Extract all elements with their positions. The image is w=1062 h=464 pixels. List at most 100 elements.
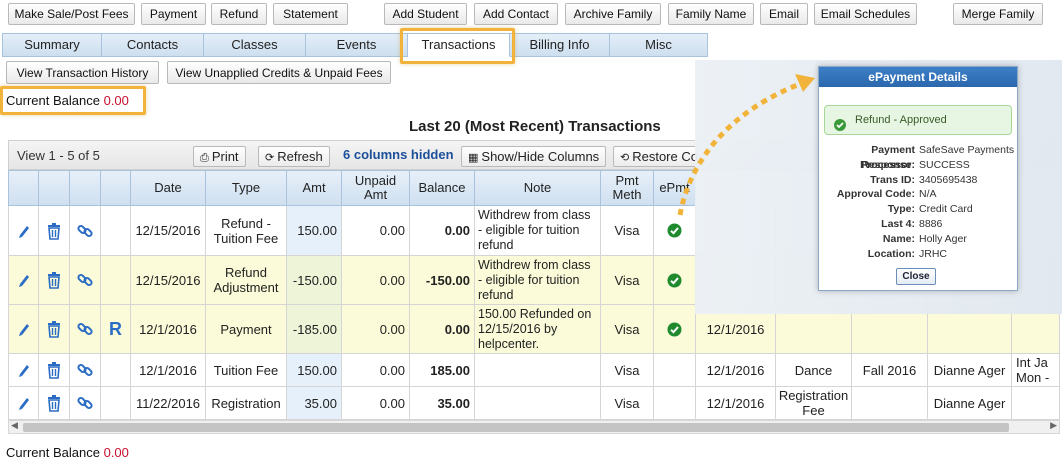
show-hide-label: Show/Hide Columns	[481, 149, 600, 164]
payment-detail-row: Last 4: 8886	[819, 217, 1019, 232]
tab-misc[interactable]: Misc	[610, 33, 708, 57]
trash-icon[interactable]	[43, 394, 65, 412]
link-icon[interactable]	[74, 320, 96, 338]
header-type[interactable]: Type	[206, 170, 287, 206]
edit-pencil-icon[interactable]	[13, 395, 34, 411]
make-sale-button[interactable]: Make Sale/Post Fees	[8, 3, 135, 25]
note-cell	[475, 387, 601, 420]
date-cell: 12/15/2016	[131, 256, 206, 305]
edit-pencil-icon[interactable]	[13, 223, 34, 239]
detail-key: Response:	[861, 158, 915, 171]
detail-value: JRHC	[919, 247, 947, 260]
refund-button[interactable]: Refund	[211, 3, 267, 25]
refund-flag-cell	[101, 354, 131, 387]
header-note[interactable]: Note	[475, 170, 601, 206]
header-amt[interactable]: Amt	[287, 170, 342, 206]
header-unpaid-amt[interactable]: Unpaid Amt	[342, 170, 410, 206]
edit-pencil-icon[interactable]	[13, 272, 34, 288]
unpaid-cell: 0.00	[342, 354, 410, 387]
date-cell: 12/15/2016	[131, 206, 206, 256]
tab-summary[interactable]: Summary	[2, 33, 102, 57]
link-icon[interactable]	[74, 361, 96, 379]
email-schedules-button[interactable]: Email Schedules	[814, 3, 917, 25]
amt-cell: 35.00	[287, 387, 342, 420]
current-balance-bottom: Current Balance 0.00	[6, 445, 129, 460]
header-balance[interactable]: Balance	[410, 170, 475, 206]
tab-billing-info[interactable]: Billing Info	[510, 33, 610, 57]
payment-button[interactable]: Payment	[141, 3, 206, 25]
refresh-icon: ⟳	[265, 152, 275, 164]
hidden-columns-link[interactable]: 6 columns hidden	[343, 147, 454, 162]
edit-cell	[8, 387, 39, 420]
scrollbar-thumb[interactable]	[23, 423, 1009, 432]
unpaid-cell: 0.00	[342, 256, 410, 305]
note-cell: 150.00 Refunded on 12/15/2016 by helpcen…	[475, 305, 601, 354]
delete-cell	[39, 256, 70, 305]
statement-button[interactable]: Statement	[273, 3, 348, 25]
columns-icon: ▦	[468, 152, 479, 164]
header-edit	[8, 170, 39, 206]
trash-icon[interactable]	[43, 320, 65, 338]
current-balance-label: Current Balance	[6, 93, 100, 108]
type-cell: Refund - Tuition Fee	[206, 206, 287, 256]
date-cell: 11/22/2016	[131, 387, 206, 420]
link-icon[interactable]	[74, 271, 96, 289]
header-date[interactable]: Date	[131, 170, 206, 206]
trash-icon[interactable]	[43, 222, 65, 240]
view-transaction-history-button[interactable]: View Transaction History	[6, 61, 159, 84]
add-contact-button[interactable]: Add Contact	[474, 3, 558, 25]
balance-cell: 185.00	[410, 354, 475, 387]
edit-pencil-icon[interactable]	[13, 362, 34, 378]
payment-detail-row: Name: Holly Ager	[819, 232, 1019, 247]
trash-icon[interactable]	[43, 271, 65, 289]
unpaid-cell: 0.00	[342, 387, 410, 420]
scroll-right-icon[interactable]: ▶	[1050, 420, 1057, 431]
balance-cell: -150.00	[410, 256, 475, 305]
transactions-tab-highlight	[400, 28, 515, 64]
link-icon[interactable]	[74, 222, 96, 240]
show-hide-columns-button[interactable]: ▦ Show/Hide Columns	[461, 146, 607, 167]
payment-detail-row: Approval Code: N/A	[819, 187, 1019, 202]
amt-cell: -185.00	[287, 305, 342, 354]
family-name-button[interactable]: Family Name	[668, 3, 754, 25]
student-cell: Dianne Ager	[928, 354, 1012, 387]
epayment-check-icon[interactable]	[658, 223, 691, 238]
view-count: View 1 - 5 of 5	[17, 148, 100, 163]
student-cell: Dianne Ager	[928, 387, 1012, 420]
epmt-cell	[654, 387, 696, 420]
tab-classes[interactable]: Classes	[204, 33, 306, 57]
delete-cell	[39, 387, 70, 420]
unpaid-cell: 0.00	[342, 206, 410, 256]
horizontal-scrollbar[interactable]: ◀ ▶	[8, 420, 1060, 434]
tab-events[interactable]: Events	[306, 33, 408, 57]
header-pmt-meth[interactable]: Pmt Meth	[601, 170, 654, 206]
refund-flag-cell	[101, 206, 131, 256]
payment-detail-row: Trans ID: 3405695438	[819, 173, 1019, 188]
link-icon[interactable]	[74, 394, 96, 412]
add-student-button[interactable]: Add Student	[384, 3, 467, 25]
print-button[interactable]: ⎙ Print	[193, 146, 246, 167]
table-row: 11/22/2016 Registration 35.00 0.00 35.00 Visa…	[8, 387, 1060, 420]
link-cell	[70, 354, 101, 387]
close-button[interactable]: Close	[896, 268, 936, 285]
edit-pencil-icon[interactable]	[13, 321, 34, 337]
epayment-check-icon[interactable]	[658, 322, 691, 337]
refresh-button[interactable]: ⟳ Refresh	[258, 146, 330, 167]
view-unapplied-credits-button[interactable]: View Unapplied Credits & Unpaid Fees	[167, 61, 391, 84]
tab-contacts[interactable]: Contacts	[102, 33, 204, 57]
header-link	[70, 170, 101, 206]
epayment-check-icon[interactable]	[658, 273, 691, 288]
delete-cell	[39, 354, 70, 387]
print-icon: ⎙	[200, 152, 209, 164]
merge-family-button[interactable]: Merge Family	[953, 3, 1043, 25]
email-button[interactable]: Email	[760, 3, 808, 25]
trash-icon[interactable]	[43, 361, 65, 379]
amt-cell: -150.00	[287, 256, 342, 305]
archive-family-button[interactable]: Archive Family	[565, 3, 661, 25]
header-refund-flag	[101, 170, 131, 206]
class-cell: Int Ja Mon -	[1012, 354, 1060, 387]
scroll-left-icon[interactable]: ◀	[11, 420, 18, 431]
detail-key: Approval Code:	[836, 188, 915, 201]
detail-key: Name:	[882, 232, 915, 245]
restore-icon: ⟲	[620, 152, 630, 164]
